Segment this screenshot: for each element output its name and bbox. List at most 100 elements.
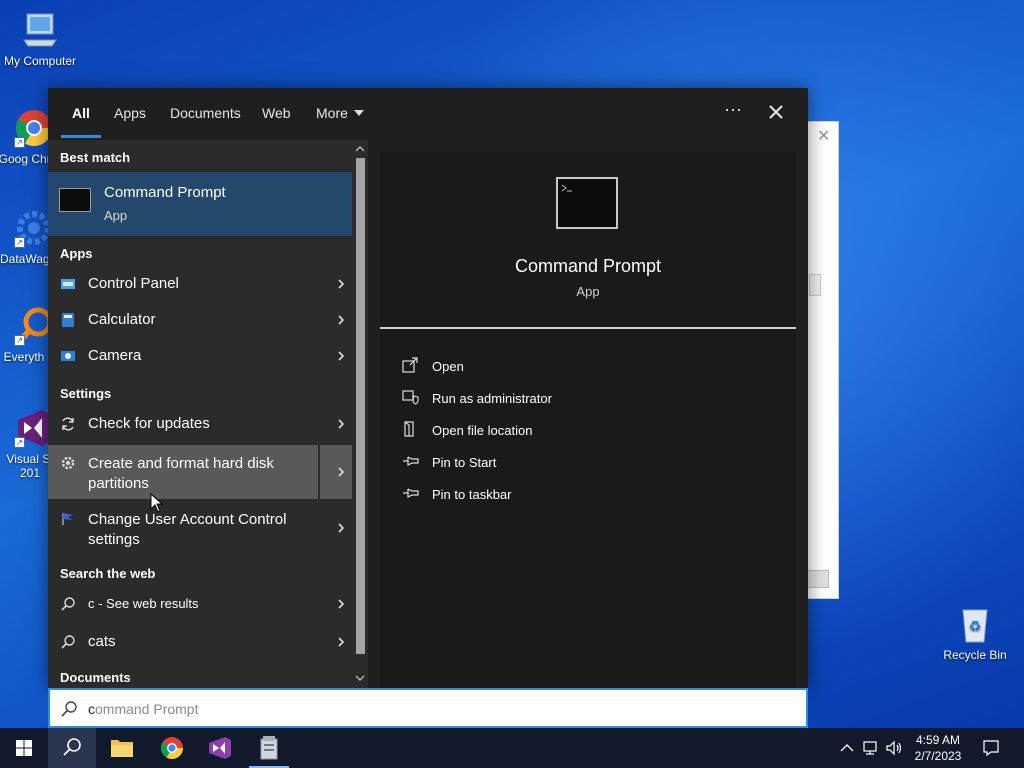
tab-all[interactable]: All	[72, 105, 90, 121]
chevron-right-icon[interactable]	[336, 523, 346, 533]
command-prompt-icon	[556, 177, 618, 229]
result-control-panel[interactable]: Control Panel	[48, 266, 352, 302]
volume-icon[interactable]	[885, 739, 903, 757]
chevron-up-icon[interactable]	[838, 739, 856, 757]
camera-icon	[61, 351, 75, 361]
result-camera[interactable]: Camera	[48, 338, 352, 374]
tab-documents[interactable]: Documents	[170, 105, 241, 121]
taskbar-file-explorer[interactable]	[98, 728, 146, 768]
chevron-right-icon[interactable]	[336, 279, 346, 289]
desktop-icon-everything[interactable]: ↗ Everyth	[0, 306, 48, 364]
visual-studio-icon: ↗	[14, 408, 48, 448]
taskbar-search-button[interactable]	[48, 728, 96, 768]
result-type: App	[104, 208, 128, 223]
search-input[interactable]: command Prompt	[48, 688, 808, 728]
shield-icon	[402, 390, 419, 405]
result-label: Change User Account Control settings	[88, 511, 287, 548]
taskbar-chrome[interactable]	[148, 728, 196, 768]
chevron-up-icon[interactable]	[355, 144, 365, 154]
windows-icon	[16, 740, 32, 756]
close-icon[interactable]	[764, 100, 788, 124]
chevron-right-icon[interactable]	[336, 315, 346, 325]
active-tab-indicator	[61, 135, 101, 138]
result-check-for-updates[interactable]: Check for updates	[48, 406, 352, 442]
desktop-icon-recycle-bin[interactable]: ♻ Recycle Bin	[935, 604, 1015, 662]
background-dialog: ✕	[806, 121, 839, 599]
result-web-cats[interactable]: cats	[48, 624, 352, 660]
shortcut-arrow-icon: ↗	[14, 237, 25, 248]
chevron-right-icon[interactable]	[336, 637, 346, 647]
app-icon	[260, 736, 278, 760]
system-clock[interactable]: 4:59 AM 2/7/2023	[908, 732, 968, 764]
section-apps: Apps	[60, 246, 93, 261]
result-label: Camera	[88, 347, 142, 364]
chevron-right-icon[interactable]	[336, 599, 346, 609]
autocomplete-suggestion: ommand Prompt	[95, 701, 199, 717]
results-list: Best match Command Prompt App Apps Contr…	[48, 140, 352, 688]
network-icon[interactable]	[862, 739, 880, 757]
action-label: Open	[432, 359, 464, 374]
search-icon	[61, 597, 75, 611]
preview-type: App	[576, 284, 600, 299]
result-create-format-partitions[interactable]: Create and format hard disk partitions	[48, 445, 352, 499]
tab-apps[interactable]: Apps	[114, 105, 146, 121]
result-label: cats	[88, 633, 116, 650]
close-icon[interactable]: ✕	[817, 126, 830, 146]
flag-icon	[62, 513, 73, 525]
search-icon	[63, 738, 81, 756]
magnifier-icon: ↗	[14, 306, 48, 346]
chevron-down-icon	[353, 110, 364, 116]
result-change-uac[interactable]: Change User Account Control settings	[48, 501, 352, 555]
chevron-right-icon[interactable]	[336, 467, 346, 477]
chrome-icon: ↗	[14, 108, 48, 148]
section-documents: Documents	[60, 670, 131, 685]
desktop-icon-datawag[interactable]: ↗ DataWag	[0, 208, 48, 266]
tab-more[interactable]: More	[316, 105, 364, 121]
dialog-field	[809, 274, 821, 296]
section-best-match: Best match	[60, 150, 131, 165]
result-web-c[interactable]: c - See web results	[48, 586, 352, 622]
result-label: Control Panel	[88, 275, 179, 292]
open-icon	[402, 357, 418, 373]
gear-icon: ↗	[14, 208, 48, 248]
chrome-icon	[161, 737, 183, 759]
disk-settings-icon	[61, 456, 75, 470]
tab-web[interactable]: Web	[262, 105, 291, 121]
clock-date: 2/7/2023	[914, 749, 962, 763]
result-command-prompt[interactable]: Command Prompt App	[48, 172, 352, 236]
item-divider	[318, 445, 320, 499]
shortcut-arrow-icon: ↗	[14, 437, 25, 448]
action-label: Open file location	[432, 423, 533, 438]
recycle-bin-icon: ♻	[955, 604, 995, 644]
results-scrollbar[interactable]	[352, 140, 368, 688]
refresh-icon	[62, 417, 74, 431]
taskbar-visual-studio[interactable]	[196, 728, 244, 768]
typed-text: c	[88, 701, 95, 717]
more-options-icon[interactable]: ⋯	[724, 100, 743, 121]
taskbar-app-running[interactable]	[245, 728, 293, 768]
chevron-right-icon[interactable]	[336, 419, 346, 429]
control-panel-icon	[61, 279, 75, 289]
scrollbar-thumb[interactable]	[356, 158, 365, 654]
chevron-right-icon[interactable]	[336, 351, 346, 361]
search-query: command Prompt	[88, 701, 198, 717]
search-icon	[61, 635, 75, 649]
command-prompt-icon	[59, 188, 91, 212]
chevron-down-icon[interactable]	[355, 673, 365, 683]
clock-time: 4:59 AM	[915, 733, 961, 747]
desktop-icon-chrome[interactable]: ↗ Goog Chrom	[0, 108, 48, 166]
result-calculator[interactable]: Calculator	[48, 302, 352, 338]
preview-title: Command Prompt	[514, 256, 662, 276]
desktop-icon-visual-studio[interactable]: ↗ Visual St 201	[0, 408, 48, 480]
result-label: Create and format hard disk partitions	[88, 455, 274, 492]
pin-icon	[403, 456, 419, 466]
result-label: Calculator	[88, 311, 156, 328]
file-location-icon	[404, 421, 414, 437]
start-button[interactable]	[0, 728, 48, 768]
result-label: c - See web results	[88, 596, 199, 611]
folder-icon	[111, 740, 133, 757]
pin-icon	[403, 488, 419, 498]
desktop-icon-my-computer[interactable]: My Computer	[0, 10, 80, 68]
tab-more-label: More	[316, 105, 348, 121]
notifications-icon[interactable]	[982, 739, 1000, 757]
